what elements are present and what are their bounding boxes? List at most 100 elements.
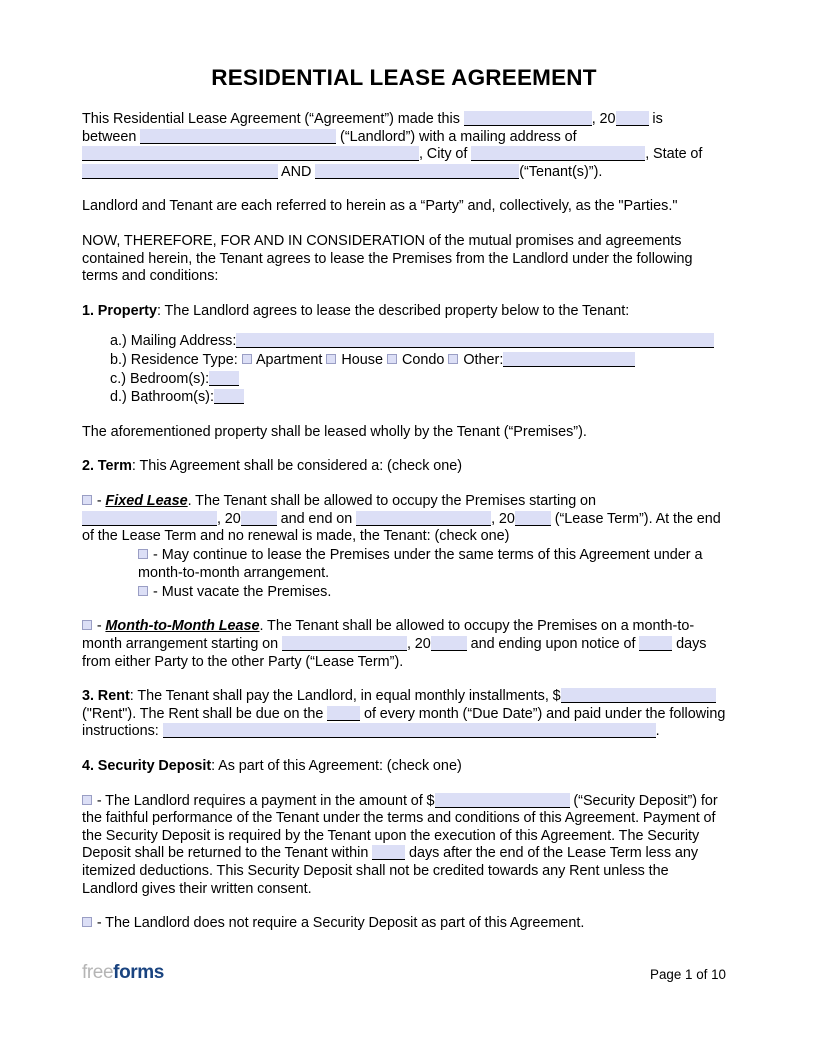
checkbox-apartment[interactable] [241,353,252,364]
property-mailing-address-field[interactable] [236,333,715,349]
mtm-dash: - [96,618,102,635]
mtm-text-c: and ending upon notice of [470,636,636,653]
bathrooms-field[interactable] [213,389,244,405]
checkbox-fixed-lease[interactable] [82,494,92,505]
landlord-city-field[interactable] [471,146,646,162]
fixed-lease-start-date-field[interactable] [82,510,217,526]
section-property-heading: 1. Property: The Landlord agrees to leas… [82,303,726,321]
intro-text-9: (“Tenant(s)”). [519,163,603,180]
landlord-name-field[interactable] [140,128,337,144]
checkbox-continue-month-to-month[interactable] [138,548,148,559]
page-title: RESIDENTIAL LEASE AGREEMENT [211,65,597,90]
intro-text-5: (“Landlord”) with a mailing address of [340,128,577,145]
security-deposit-option-2-paragraph: - The Landlord does not require a Securi… [82,915,726,933]
security-deposit-option-1-paragraph: - The Landlord requires a payment in the… [82,792,726,899]
tenant-name-field[interactable] [315,163,520,179]
fixed-lease-option-2-text: - Must vacate the Premises. [153,583,332,600]
section-term-number: 2. Term [82,458,132,475]
fixed-lease-dash: - [96,492,102,509]
checkbox-requires-security-deposit[interactable] [82,794,92,805]
property-item-c-marker: c.) [110,370,126,387]
property-closing-paragraph: The aforementioned property shall be lea… [82,423,587,440]
landlord-address-field[interactable] [82,146,419,162]
section-security-deposit-heading-text: : As part of this Agreement: (check one) [211,758,462,775]
checkbox-no-security-deposit[interactable] [82,917,92,928]
fixed-lease-text-b: , 20 [217,510,241,527]
rent-text-d: . [655,723,660,740]
fixed-lease-text-d: , 20 [491,510,515,527]
document-body: RESIDENTIAL LEASE AGREEMENT This Residen… [82,0,726,933]
property-item-b-label: Residence Type: [130,351,238,368]
checkbox-other[interactable] [448,353,459,364]
section-property-number: 1. Property [82,302,157,319]
freeforms-logo: freeforms [82,962,164,984]
section-term-heading-text: : This Agreement shall be considered a: … [131,458,463,475]
fixed-lease-start-year-field[interactable] [240,510,277,526]
residence-option-house: House [341,351,383,368]
term-fixed-lease-paragraph: - Fixed Lease. The Tenant shall be allow… [82,493,726,546]
mtm-notice-days-field[interactable] [639,636,673,652]
property-item-b-marker: b.) [110,351,127,368]
consideration-paragraph: NOW, THEREFORE, FOR AND IN CONSIDERATION… [82,232,693,285]
page-footer: freeforms Page 1 of 10 [82,962,726,992]
fixed-lease-text-a: . The Tenant shall be allowed to occupy … [187,492,597,509]
fixed-lease-label: Fixed Lease [105,492,188,509]
landlord-state-field[interactable] [82,163,278,179]
checkbox-house[interactable] [326,353,337,364]
bedrooms-field[interactable] [209,370,240,386]
fixed-lease-option-continue: - May continue to lease the Premises und… [138,546,726,583]
security-deposit-option-2-dash: - [96,915,102,932]
section-security-deposit-number: 4. Security Deposit [82,758,212,775]
property-item-bedrooms: c.) Bedroom(s): [82,370,726,389]
fixed-lease-end-date-field[interactable] [356,510,492,526]
property-item-d-marker: d.) [110,389,127,406]
residence-option-other: Other: [463,351,504,368]
property-item-a-marker: a.) [110,333,127,350]
mtm-start-date-field[interactable] [282,636,407,652]
rent-amount-field[interactable] [560,688,716,704]
section-rent-paragraph: 3. Rent: The Tenant shall pay the Landlo… [82,688,726,741]
residence-option-apartment: Apartment [255,351,323,368]
rent-instructions-field[interactable] [162,723,656,739]
property-item-c-label: Bedroom(s): [130,370,210,387]
property-item-residence-type: b.) Residence Type: Apartment House Cond… [82,351,726,370]
rent-due-date-field[interactable] [327,705,361,721]
residence-other-field[interactable] [503,351,636,367]
intro-text-4: between [82,128,137,145]
month-to-month-lease-label: Month-to-Month Lease [105,618,260,635]
intro-text-8: AND [281,163,312,180]
intro-text-2: , 20 [591,111,616,127]
fixed-lease-text-c: and end on [280,510,353,527]
intro-text-7: , State of [645,146,703,163]
security-deposit-option-2-text: The Landlord does not require a Security… [105,915,585,932]
page-number: Page 1 of 10 [650,967,726,982]
fixed-lease-end-year-field[interactable] [514,510,551,526]
checkbox-month-to-month-lease[interactable] [82,620,92,631]
security-deposit-amount-field[interactable] [434,792,570,808]
section-term-heading: 2. Term: This Agreement shall be conside… [82,458,726,476]
checkbox-condo[interactable] [386,353,397,364]
fixed-lease-option-1-text: - May continue to lease the Premises und… [138,546,703,582]
property-item-d-label: Bathroom(s): [130,389,214,406]
mtm-text-b: , 20 [407,636,431,653]
intro-text-3: is [652,111,663,127]
security-deposit-return-days-field[interactable] [372,845,406,861]
date-day-field[interactable] [463,111,592,126]
document-page: RESIDENTIAL LEASE AGREEMENT This Residen… [0,0,819,1044]
checkbox-must-vacate[interactable] [138,585,148,596]
property-item-mailing-address: a.) Mailing Address: [82,332,726,351]
section-property-heading-text: : The Landlord agrees to lease the descr… [156,302,630,319]
logo-text-forms: forms [113,962,164,983]
security-deposit-option-1-text-a: The Landlord requires a payment in the a… [105,792,435,809]
date-year-field[interactable] [615,111,649,126]
fixed-lease-option-vacate: - Must vacate the Premises. [138,583,726,602]
property-items-list: a.) Mailing Address: b.) Residence Type:… [82,332,726,406]
security-deposit-option-1-dash: - [96,792,102,809]
parties-paragraph: Landlord and Tenant are each referred to… [82,198,678,215]
rent-text-b: ("Rent"). The Rent shall be due on the [82,705,324,722]
term-month-to-month-paragraph: - Month-to-Month Lease. The Tenant shall… [82,618,726,671]
section-security-deposit-heading: 4. Security Deposit: As part of this Agr… [82,758,726,776]
property-item-bathrooms: d.) Bathroom(s): [82,388,726,407]
mtm-start-year-field[interactable] [430,636,467,652]
residence-option-condo: Condo [401,351,445,368]
